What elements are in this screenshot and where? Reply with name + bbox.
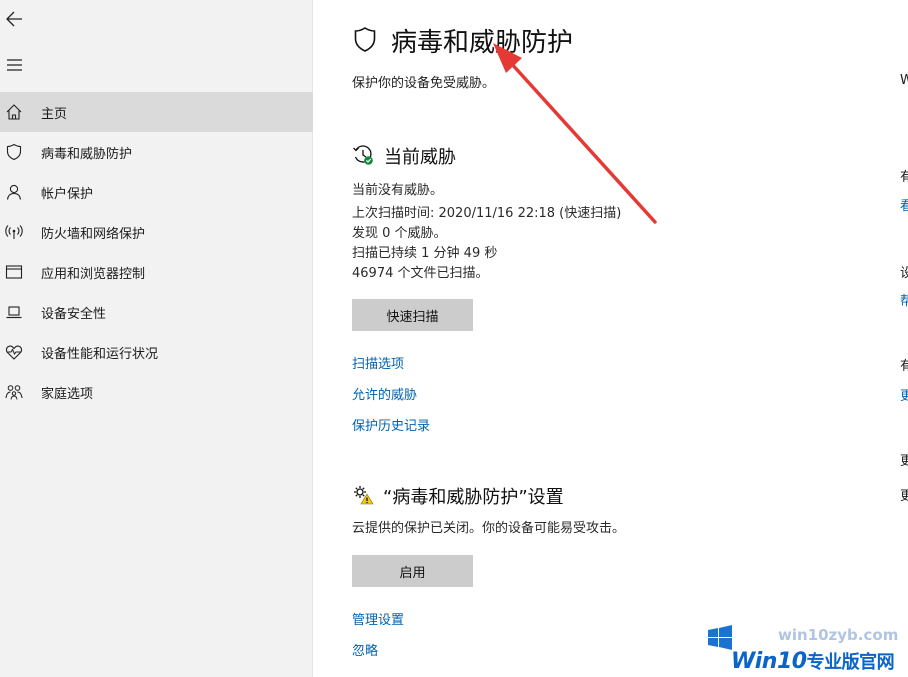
- right-column-fragment: 有: [900, 170, 908, 185]
- scan-options-link[interactable]: 扫描选项: [352, 353, 404, 372]
- files-scanned-text: 46974 个文件已扫描。: [352, 266, 489, 281]
- sidebar-item-app-browser-control[interactable]: 应用和浏览器控制: [0, 252, 313, 292]
- settings-warning-icon: [352, 484, 374, 506]
- enable-button[interactable]: 启用: [352, 555, 473, 587]
- watermark-logo-icon: [706, 620, 734, 654]
- sidebar: 主页 病毒和威胁防护 帐户保护 防火墙和网络保护 应用和浏览器控制 设备安全性 …: [0, 0, 313, 677]
- sidebar-item-label: 主页: [41, 106, 68, 122]
- sidebar-item-home[interactable]: 主页: [0, 92, 313, 132]
- current-threats-title: 当前威胁: [384, 147, 456, 168]
- sidebar-item-label: 防火墙和网络保护: [41, 226, 146, 242]
- sidebar-item-firewall[interactable]: 防火墙和网络保护: [0, 212, 313, 252]
- page-title: 病毒和威胁防护: [391, 28, 574, 58]
- shield-icon: [352, 26, 378, 54]
- sidebar-item-label: 应用和浏览器控制: [41, 266, 146, 282]
- sidebar-item-label: 家庭选项: [41, 386, 94, 402]
- sidebar-item-label: 帐户保护: [41, 186, 94, 202]
- last-scan-text: 上次扫描时间: 2020/11/16 22:18 (快速扫描): [352, 206, 622, 221]
- allowed-threats-link[interactable]: 允许的威胁: [352, 384, 417, 403]
- watermark-brand-suffix: 专业版官网: [806, 652, 895, 673]
- protection-history-link[interactable]: 保护历史记录: [352, 415, 430, 434]
- wifi-antenna-icon: [5, 223, 23, 241]
- watermark-brand: Win10专业版官网: [731, 648, 895, 674]
- heart-pulse-icon: [5, 343, 23, 361]
- watermark-brand-name: Win10: [731, 649, 807, 674]
- right-column-fragment: 更: [900, 489, 908, 504]
- right-column-fragment: W: [900, 73, 908, 88]
- person-icon: [5, 183, 23, 201]
- manage-settings-link[interactable]: 管理设置: [352, 609, 404, 628]
- sidebar-item-device-performance[interactable]: 设备性能和运行状况: [0, 332, 313, 372]
- sidebar-item-device-security[interactable]: 设备安全性: [0, 292, 313, 332]
- family-icon: [5, 383, 23, 401]
- sidebar-item-family-options[interactable]: 家庭选项: [0, 372, 313, 412]
- clock-check-icon: [352, 144, 374, 166]
- cloud-protection-warning-text: 云提供的保护已关闭。你的设备可能易受攻击。: [352, 521, 626, 536]
- settings-section-title: “病毒和威胁防护”设置: [383, 487, 564, 508]
- threat-status-text: 当前没有威胁。: [352, 183, 444, 198]
- threats-found-text: 发现 0 个威胁。: [352, 226, 447, 241]
- watermark-url: win10zyb.com: [778, 626, 899, 644]
- quick-scan-button[interactable]: 快速扫描: [352, 299, 473, 331]
- sidebar-nav: 主页 病毒和威胁防护 帐户保护 防火墙和网络保护 应用和浏览器控制 设备安全性 …: [0, 92, 313, 412]
- shield-icon: [5, 143, 23, 161]
- page-subtitle: 保护你的设备免受威胁。: [352, 76, 496, 91]
- browser-window-icon: [5, 263, 23, 281]
- right-column-link-fragment[interactable]: 看: [900, 195, 908, 214]
- sidebar-item-label: 设备性能和运行状况: [41, 346, 159, 362]
- laptop-icon: [5, 303, 23, 321]
- right-column-link-fragment[interactable]: 更: [900, 385, 908, 404]
- right-column-fragment: 更: [900, 454, 908, 469]
- sidebar-item-virus-protection[interactable]: 病毒和威胁防护: [0, 132, 313, 172]
- sidebar-item-label: 设备安全性: [41, 306, 107, 322]
- back-arrow-icon[interactable]: [4, 8, 26, 30]
- right-column-link-fragment[interactable]: 帮: [900, 290, 908, 309]
- dismiss-link[interactable]: 忽略: [352, 640, 378, 659]
- home-icon: [5, 103, 23, 121]
- right-column-fragment: 设: [900, 266, 908, 281]
- hamburger-icon[interactable]: [4, 55, 26, 75]
- scan-duration-text: 扫描已持续 1 分钟 49 秒: [352, 246, 498, 261]
- sidebar-item-account-protection[interactable]: 帐户保护: [0, 172, 313, 212]
- sidebar-item-label: 病毒和威胁防护: [41, 146, 133, 162]
- right-column-fragment: 有: [900, 359, 908, 374]
